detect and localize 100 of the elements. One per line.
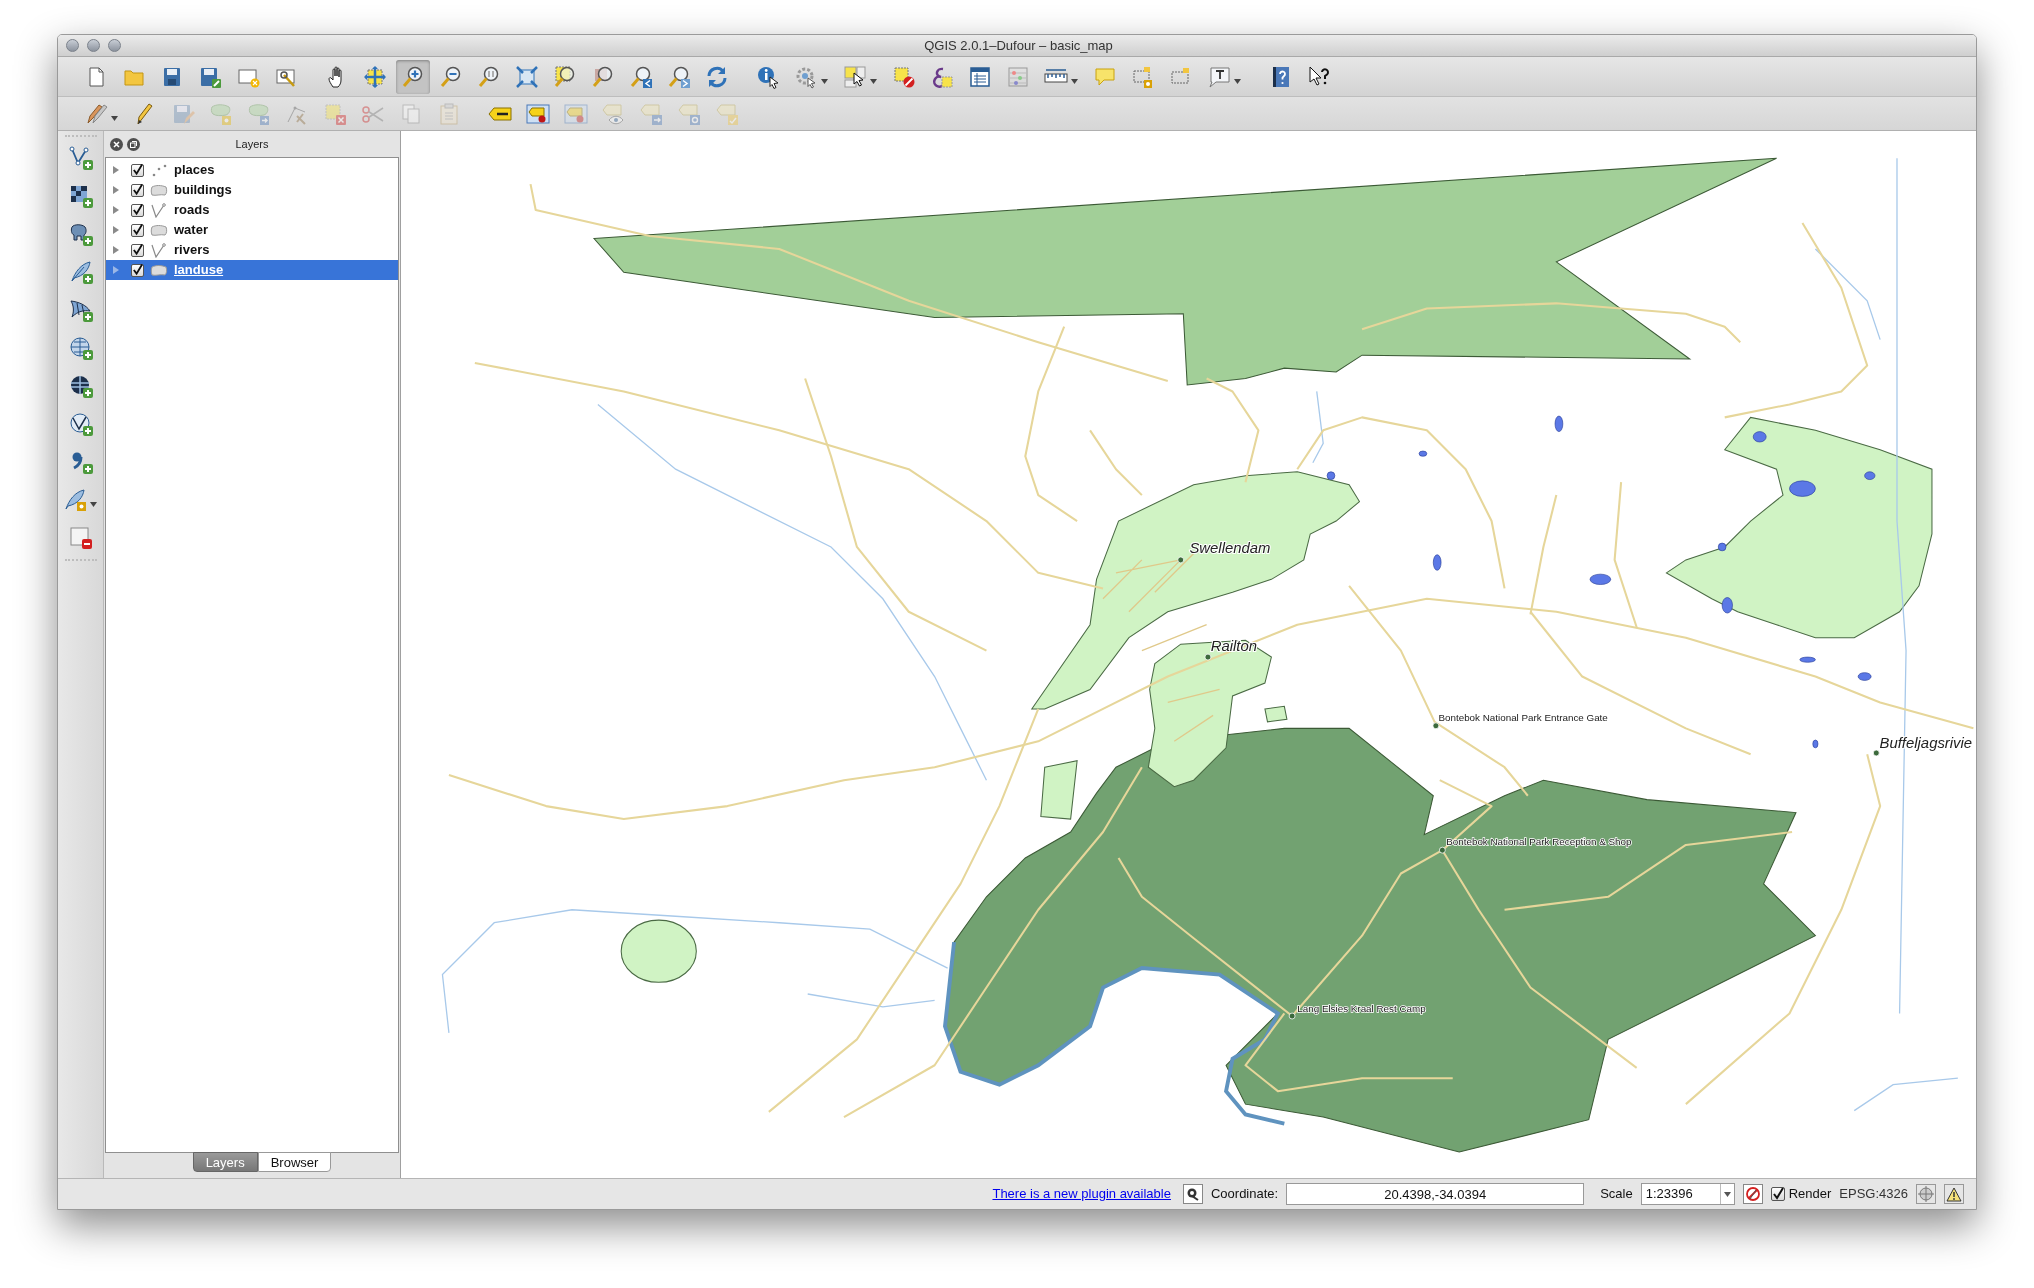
magnifier-icon — [477, 64, 501, 89]
place-label: Swellendam — [1189, 540, 1271, 557]
panel-title: Layers — [235, 136, 269, 152]
label-pin-icon — [564, 101, 588, 126]
window-title: QGIS 2.0.1–Dufour – basic_map — [924, 36, 1113, 55]
blob-arrow-icon — [247, 101, 271, 126]
float-panel-button[interactable] — [127, 137, 140, 151]
magnifier-minus-icon — [439, 64, 463, 89]
layer-name: buildings — [174, 181, 232, 200]
messages-button[interactable] — [1182, 1184, 1203, 1204]
stop-render-button[interactable] — [1742, 1184, 1763, 1204]
place-label: Lang Elsies Kraal Rest Camp — [1297, 1003, 1426, 1015]
magnifier-forward-icon — [667, 64, 691, 89]
close-panel-button[interactable] — [110, 137, 123, 151]
globe-vector-plus-icon — [68, 412, 93, 436]
feather-plus-icon — [68, 260, 93, 284]
checker-plus-icon — [68, 184, 93, 208]
label-eye-icon — [602, 101, 626, 126]
layer-checkbox[interactable] — [131, 243, 144, 257]
projection-button[interactable] — [1916, 1184, 1936, 1204]
sail-plus-icon — [68, 298, 93, 322]
feather-star-icon — [63, 488, 98, 512]
panel-tab[interactable]: Browser — [257, 1152, 332, 1172]
layer-name: water — [174, 221, 208, 240]
globe-plus-icon — [68, 374, 93, 398]
label-rotate-icon — [678, 101, 702, 126]
layer-checkbox[interactable] — [131, 163, 144, 177]
coordinate-label: Coordinate: — [1210, 1185, 1279, 1204]
layer-checkbox[interactable] — [131, 183, 144, 197]
globe-plus-icon — [68, 336, 93, 360]
layer-row[interactable]: water — [106, 220, 398, 240]
place-marker — [1204, 653, 1212, 661]
zoom-window-button[interactable] — [108, 39, 121, 52]
layer-name: landuse — [174, 261, 224, 280]
label-pin-icon — [526, 101, 550, 126]
magnifier-plus-icon — [401, 64, 425, 89]
place-marker — [1432, 722, 1440, 730]
line-layer-icon — [150, 202, 168, 218]
polygon-layer-icon — [150, 222, 168, 238]
polygon-layer-icon — [150, 182, 168, 198]
panel-tab[interactable]: Layers — [192, 1152, 258, 1172]
layer-name: roads — [174, 201, 210, 220]
copy-pages-icon — [399, 101, 423, 126]
layer-row[interactable]: buildings — [106, 180, 398, 200]
dropdown-arrow-icon — [1723, 1191, 1731, 1197]
text-bubble-icon — [1207, 64, 1242, 89]
place-label: Railton — [1210, 637, 1257, 654]
magnifier-plus-tool-button[interactable] — [396, 59, 430, 94]
refresh-icon — [705, 64, 729, 89]
delete-selection-icon — [323, 101, 347, 126]
expand-arrow-icon[interactable] — [111, 205, 121, 215]
messages-icon — [1185, 1187, 1200, 1201]
magnifier-selection-icon — [553, 64, 577, 89]
layer-name: rivers — [174, 241, 210, 260]
polygon-layer-icon — [150, 262, 168, 278]
clipboard-icon — [437, 101, 461, 126]
scale-combobox[interactable]: 1:23396 — [1640, 1183, 1735, 1205]
close-icon — [113, 140, 120, 148]
minimize-window-button[interactable] — [87, 39, 100, 52]
elephant-plus-icon — [68, 222, 93, 246]
label-move-icon — [640, 101, 664, 126]
render-checkbox[interactable] — [1770, 1187, 1785, 1201]
label-change-icon — [716, 101, 740, 126]
expand-arrows-icon — [515, 64, 539, 89]
layer-checkbox[interactable] — [131, 263, 144, 277]
line-layer-icon — [150, 242, 168, 258]
layer-row[interactable]: rivers — [106, 240, 398, 260]
expand-arrow-icon[interactable] — [111, 185, 121, 195]
layer-row[interactable]: landuse — [106, 260, 398, 280]
magnifier-layer-icon — [591, 64, 615, 89]
place-marker — [1177, 556, 1185, 564]
layer-checkbox[interactable] — [131, 223, 144, 237]
globe-crosshair-icon — [1918, 1186, 1934, 1202]
layer-name: places — [174, 161, 215, 180]
layer-checkbox[interactable] — [131, 203, 144, 217]
expand-arrow-icon[interactable] — [111, 165, 121, 175]
square-minus-icon — [68, 526, 93, 550]
select-cursor-icon — [843, 64, 878, 89]
deselect-icon — [892, 64, 916, 89]
expand-arrow-icon[interactable] — [111, 225, 121, 235]
arrows-box-icon — [363, 64, 387, 89]
no-pen-icon — [1744, 1186, 1761, 1202]
magnifier-back-icon — [629, 64, 653, 89]
close-window-button[interactable] — [66, 39, 79, 52]
table-icon — [968, 64, 992, 89]
plugin-notice-link[interactable]: There is a new plugin available — [992, 1184, 1171, 1204]
layer-row[interactable]: places — [106, 160, 398, 180]
place-marker — [1288, 1012, 1296, 1020]
expand-arrow-icon[interactable] — [111, 245, 121, 255]
place-marker — [1439, 846, 1446, 854]
place-label: Buffeljagsrivie — [1879, 734, 1973, 751]
render-label: Render — [1788, 1185, 1832, 1204]
scale-label: Scale — [1600, 1185, 1633, 1204]
layer-row[interactable]: roads — [106, 200, 398, 220]
warning-button[interactable] — [1944, 1184, 1964, 1204]
blob-star-icon — [209, 101, 233, 126]
crs-button[interactable]: EPSG:4326 — [1839, 1184, 1908, 1204]
warning-icon — [1946, 1186, 1962, 1202]
coordinate-field[interactable]: 20.4398,-34.0394 — [1286, 1183, 1585, 1205]
expand-arrow-icon[interactable] — [111, 265, 121, 275]
